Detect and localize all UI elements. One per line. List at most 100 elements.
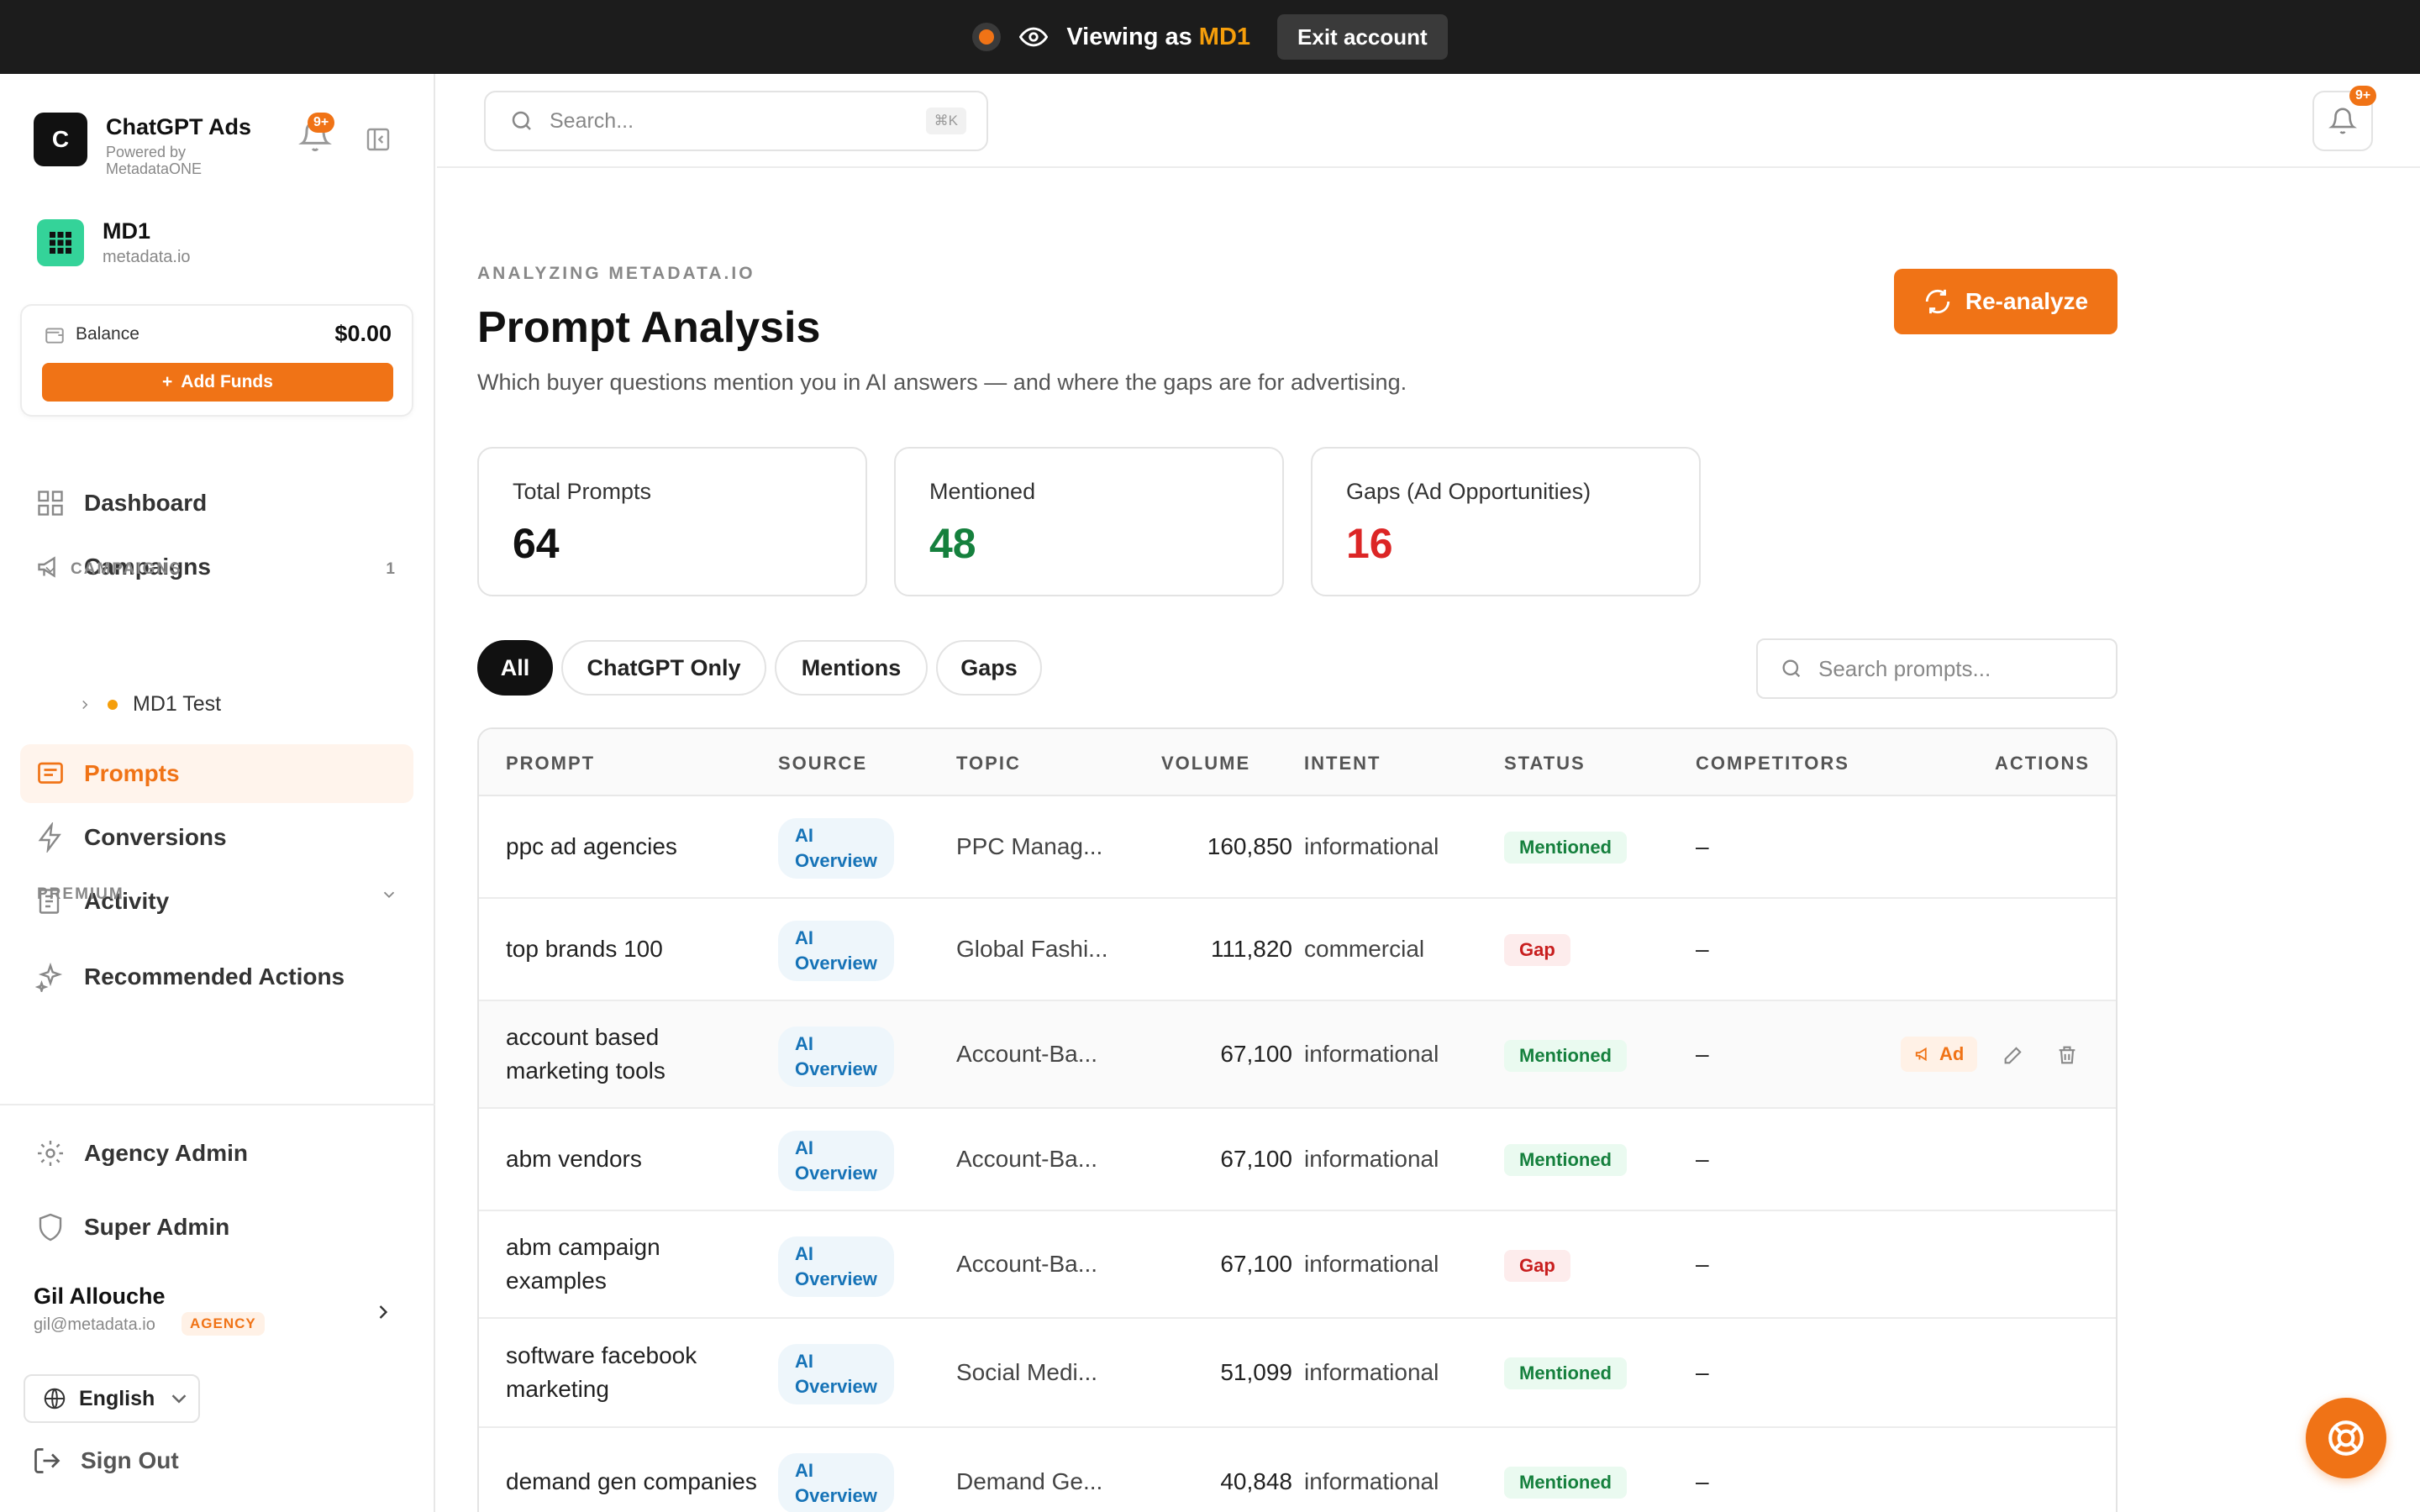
impersonation-banner: Viewing as MD1 Exit account [0,0,2420,74]
premium-label: PREMIUM [37,885,124,903]
brand-powered-by: Powered by MetadataONE [106,144,203,177]
prompt-search-input[interactable]: Search prompts... [1756,638,2118,699]
prompt-text: abm vendors [506,1146,642,1172]
volume-text: 40,848 [1220,1468,1292,1494]
sidebar: C ChatGPT Ads Powered by MetadataONE 9+ … [0,74,435,1512]
stat-card-gaps: Gaps (Ad Opportunities) 16 [1311,447,1701,596]
sidebar-item-prompts[interactable]: Prompts [20,744,413,803]
column-header-volume[interactable]: VOLUME [1161,753,1250,774]
page-description: Which buyer questions mention you in AI … [477,370,1407,395]
intent-text: informational [1304,1146,1439,1172]
balance-card: Balance $0.00 + Add Funds [20,304,413,417]
filter-chip-all[interactable]: All [477,640,553,696]
status-badge: Gap [1504,934,1570,966]
source-badge: AI Overview [778,1131,894,1191]
stat-value: 48 [929,520,976,567]
exit-account-button[interactable]: Exit account [1277,14,1448,60]
account-switcher[interactable]: MD1 metadata.io [37,218,191,267]
competitors-text: – [1696,1041,1709,1067]
table-row[interactable]: abm vendors AI Overview Account-Ba... 67,… [479,1109,2116,1211]
table-row[interactable]: ppc ad agencies AI Overview PPC Manag... … [479,796,2116,899]
log-out-icon [34,1448,60,1473]
user-name: Gil Allouche [34,1284,166,1309]
reanalyze-button[interactable]: Re-analyze [1894,269,2118,334]
sign-out-button[interactable]: Sign Out [17,1431,269,1490]
pencil-icon[interactable] [2002,1043,2025,1067]
premium-section-header[interactable]: PREMIUM [37,885,398,904]
sidebar-item-label: Super Admin [84,1214,230,1240]
prompt-text: abm campaign examples [506,1234,660,1294]
filter-chip-chatgpt-only[interactable]: ChatGPT Only [561,640,766,696]
plus-icon: + [162,372,173,391]
column-header-prompt[interactable]: PROMPT [506,753,595,774]
competitors-text: – [1696,1251,1709,1277]
volume-text: 51,099 [1220,1359,1292,1385]
column-header-source[interactable]: SOURCE [778,753,867,774]
source-badge: AI Overview [778,1236,894,1297]
search-icon [1782,659,1801,678]
topic-text: Social Medi... [956,1359,1098,1385]
stat-card-mentioned: Mentioned 48 [894,447,1284,596]
sidebar-item-label: Recommended Actions [84,963,345,990]
sidebar-collapse-icon[interactable] [365,126,392,153]
search-shortcut-hint: ⌘K [925,108,966,134]
add-funds-button[interactable]: + Add Funds [42,363,393,402]
filter-chip-gaps[interactable]: Gaps [936,640,1042,696]
table-row[interactable]: account based marketing tools AI Overview… [479,1001,2116,1109]
stat-label: Gaps (Ad Opportunities) [1346,479,1591,504]
sidebar-item-recommended-actions[interactable]: Recommended Actions [20,948,413,1006]
chevron-down-icon [45,566,55,573]
help-chat-button[interactable] [2306,1398,2386,1478]
column-header-topic[interactable]: TOPIC [956,753,1021,774]
campaign-item-label: MD1 Test [133,692,222,716]
topic-text: Account-Ba... [956,1146,1098,1172]
bell-icon [2328,108,2357,134]
column-header-status[interactable]: STATUS [1504,753,1586,774]
prompt-text: ppc ad agencies [506,833,677,859]
status-badge: Mentioned [1504,1144,1627,1176]
table-header: PROMPT SOURCE TOPIC VOLUME INTENT STATUS… [479,729,2116,796]
chevron-right-icon[interactable] [371,1300,395,1324]
prompt-text: demand gen companies [506,1468,757,1494]
volume-text: 160,850 [1207,833,1292,859]
sidebar-item-super-admin[interactable]: Super Admin [20,1198,413,1257]
competitors-text: – [1696,833,1709,859]
stat-label: Mentioned [929,479,1036,504]
table-row[interactable]: abm campaign examples AI Overview Account… [479,1211,2116,1319]
column-header-intent[interactable]: INTENT [1304,753,1381,774]
topic-text: PPC Manag... [956,833,1103,859]
table-row[interactable]: software facebook marketing AI Overview S… [479,1319,2116,1428]
create-ad-button[interactable]: Ad [1901,1037,1978,1072]
dashboard-grid-icon [38,491,63,516]
status-badge: Mentioned [1504,1357,1627,1389]
status-badge: Mentioned [1504,1467,1627,1499]
sidebar-item-conversions[interactable]: Conversions [20,808,413,867]
filter-chip-mentions[interactable]: Mentions [775,640,928,696]
balance-amount: $0.00 [334,321,392,346]
source-badge: AI Overview [778,921,894,981]
sidebar-item-dashboard[interactable]: Dashboard [20,474,413,533]
user-email: gil@metadata.io [34,1315,155,1334]
language-select[interactable]: English [24,1374,200,1423]
shield-icon [39,1213,62,1242]
campaigns-count: 1 [386,560,395,578]
sidebar-item-label: Conversions [84,824,227,850]
status-badge: Mentioned [1504,1040,1627,1072]
column-header-competitors[interactable]: COMPETITORS [1696,753,1849,774]
gear-icon [38,1141,63,1166]
campaign-item-md1-test[interactable]: MD1 Test [77,692,221,717]
volume-text: 67,100 [1220,1146,1292,1172]
balance-label: Balance [76,324,139,344]
global-search-input[interactable]: Search... ⌘K [484,91,988,151]
reanalyze-label: Re-analyze [1965,288,2089,314]
stat-label: Total Prompts [513,479,652,504]
brand: C ChatGPT Ads Powered by MetadataONE [34,113,251,177]
campaign-status-dot [108,699,118,710]
topic-text: Global Fashi... [956,936,1108,962]
top-header: Search... ⌘K 9+ [437,74,2420,168]
source-badge: AI Overview [778,1026,894,1087]
table-row[interactable]: top brands 100 AI Overview Global Fashi..… [479,899,2116,1001]
trash-icon[interactable] [2055,1043,2079,1067]
table-row[interactable]: demand gen companies AI Overview Demand G… [479,1428,2116,1512]
sidebar-item-agency-admin[interactable]: Agency Admin [20,1124,413,1183]
